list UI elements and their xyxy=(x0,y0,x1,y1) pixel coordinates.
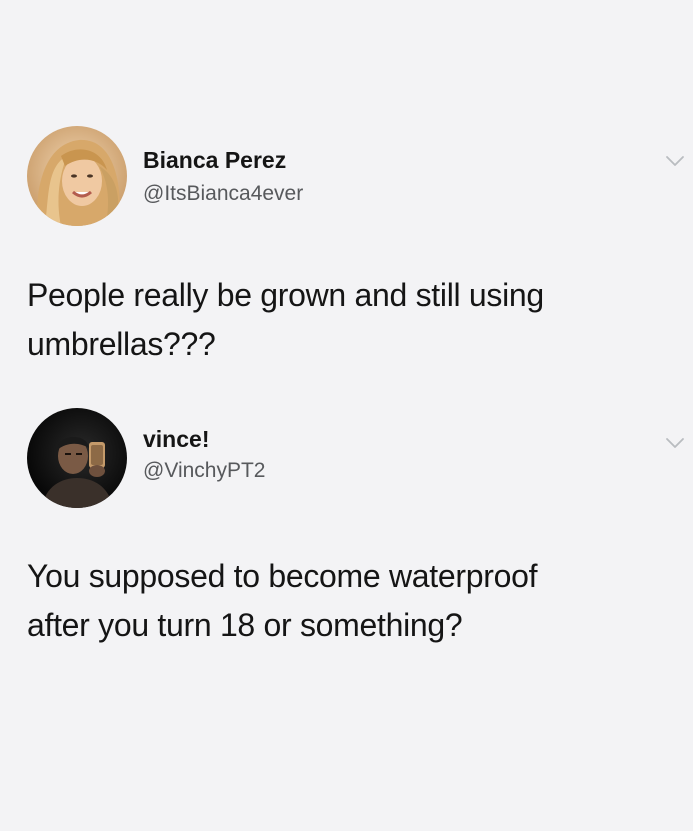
chevron-down-icon[interactable] xyxy=(665,154,685,168)
chevron-down-icon[interactable] xyxy=(665,436,685,450)
avatar-photo xyxy=(27,126,127,226)
avatar[interactable] xyxy=(27,408,127,508)
avatar[interactable] xyxy=(27,126,127,226)
tweet-text-line: You supposed to become waterproof xyxy=(27,558,538,594)
tweet-text-line: umbrellas??? xyxy=(27,326,216,362)
avatar-photo xyxy=(27,408,127,508)
display-name[interactable]: Bianca Perez xyxy=(143,147,286,174)
display-name[interactable]: vince! xyxy=(143,426,209,453)
tweet-text: People really be grown and still using u… xyxy=(27,271,667,369)
tweet-text-line: People really be grown and still using xyxy=(27,277,544,313)
username-handle[interactable]: @VinchyPT2 xyxy=(143,459,265,483)
tweet-text-line: after you turn 18 or something? xyxy=(27,607,463,643)
username-handle[interactable]: @ItsBianca4ever xyxy=(143,182,303,206)
tweet-text: You supposed to become waterproof after … xyxy=(27,552,667,650)
